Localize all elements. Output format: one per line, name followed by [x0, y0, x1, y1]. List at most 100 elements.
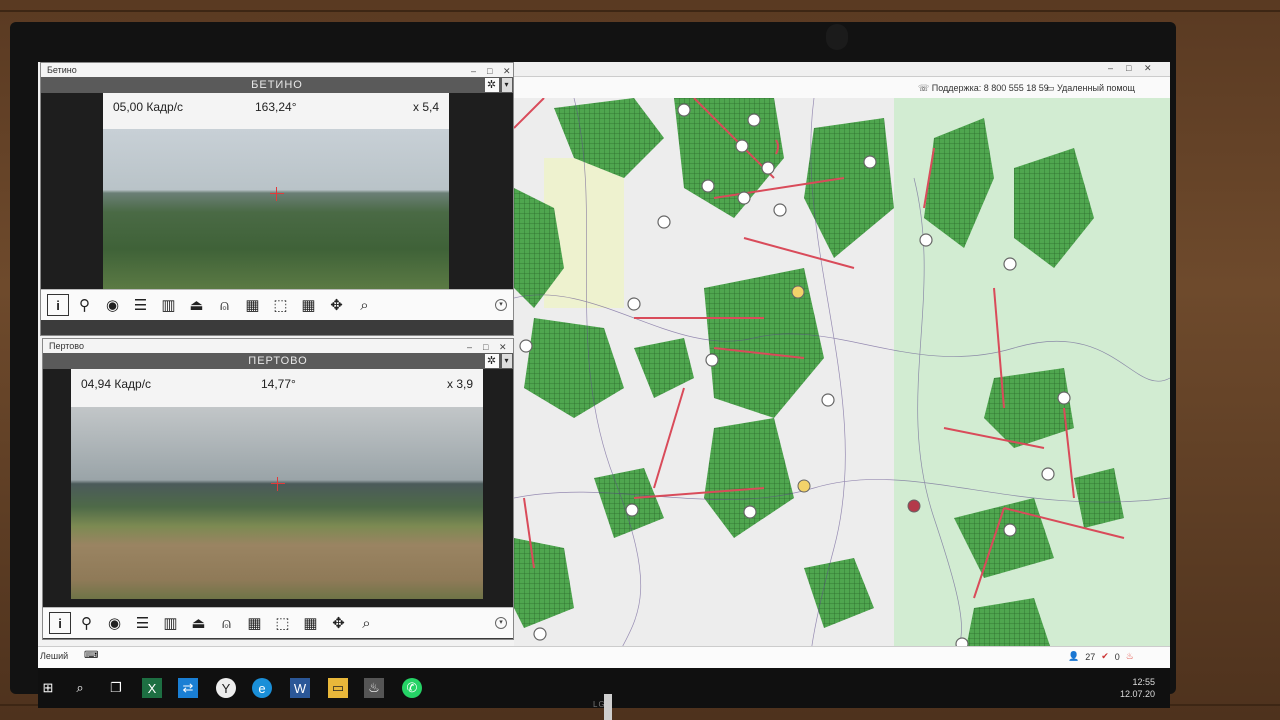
close-icon[interactable]: ✕: [499, 340, 507, 354]
maximize-icon[interactable]: □: [483, 340, 488, 354]
select-area-icon[interactable]: ⬚: [268, 293, 293, 317]
tower-alt-icon[interactable]: ⍝: [212, 293, 237, 317]
bar-chart-icon[interactable]: ▥: [158, 611, 183, 635]
file-explorer-icon[interactable]: ▭: [328, 678, 348, 698]
chevron-down-icon[interactable]: ▾: [495, 299, 507, 311]
cam2-window-title: Пертово: [49, 341, 84, 351]
move-icon[interactable]: ✥: [326, 611, 351, 635]
cam1-header: БЕТИНО ✲ ▾: [41, 77, 513, 93]
cam2-infobar: 04,94 Кадр/с 14,77° x 3,9: [71, 369, 483, 407]
eye-icon[interactable]: ◉: [100, 293, 125, 317]
info-icon[interactable]: i: [49, 612, 71, 634]
whatsapp-icon[interactable]: ✆: [402, 678, 422, 698]
cam1-infobar: 05,00 Кадр/с 163,24° x 5,4: [103, 93, 449, 129]
taskbar-clock[interactable]: 12:55 12.07.20: [1120, 676, 1155, 700]
user-label: Леший: [40, 651, 69, 661]
statusbar-indicators: 👤 27 ✔ 0 ♨: [1068, 651, 1134, 662]
cam2-azimuth: 14,77°: [261, 377, 296, 391]
phone-icon: ☏: [918, 83, 932, 93]
monitor-stand: [604, 694, 612, 720]
map-image[interactable]: [514, 98, 1170, 682]
zoom-icon[interactable]: ⌕: [354, 611, 379, 635]
cam1-titlebar: Бетино – □ ✕: [41, 63, 513, 77]
fire-icon[interactable]: ♨: [1126, 651, 1134, 662]
minimize-icon[interactable]: –: [467, 340, 472, 354]
cam2-zoom: x 3,9: [447, 377, 474, 391]
monitor-bezel: – □ ✕ ☏ Поддержка: 8 800 555 18 59 ▭ Уда…: [10, 22, 1176, 709]
teamviewer-icon[interactable]: ⇄: [178, 678, 198, 698]
info-icon[interactable]: i: [47, 294, 69, 316]
select-area-icon[interactable]: ⬚: [270, 611, 295, 635]
list-icon[interactable]: ☰: [130, 611, 155, 635]
alert-check-icon[interactable]: ✔: [1101, 651, 1109, 662]
cam2-fps: 04,94 Кадр/с: [81, 377, 152, 391]
cam2-toolbar: i ⚲ ◉ ☰ ▥ ⏏ ⍝ ▦ ⬚ ▦ ✥ ⌕ ▾: [43, 607, 513, 638]
cam1-video-feed[interactable]: [103, 129, 449, 289]
cam2-titlebar: Пертово – □ ✕: [43, 339, 513, 353]
keyboard-icon[interactable]: ⌨: [84, 650, 98, 661]
cam1-fps: 05,00 Кадр/с: [113, 100, 184, 114]
minimize-icon[interactable]: –: [1108, 63, 1113, 73]
edge-icon[interactable]: e: [252, 678, 272, 698]
chevron-down-icon[interactable]: ▾: [502, 354, 512, 368]
support-label: Поддержка: 8 800 555 18 59: [931, 83, 1049, 93]
cam2-view: 04,94 Кадр/с 14,77° x 3,9: [43, 369, 513, 607]
user-count: 27: [1085, 651, 1096, 662]
tower-icon[interactable]: ⏏: [186, 611, 211, 635]
clock-date: 12.07.20: [1120, 689, 1156, 699]
windows-start-icon[interactable]: ⊞: [38, 678, 58, 698]
chevron-down-icon[interactable]: ▾: [495, 617, 507, 629]
map-topbar: ☏ Поддержка: 8 800 555 18 59 ▭ Удаленный…: [514, 77, 1170, 100]
remote-help-link[interactable]: ▭ Удаленный помощ: [1046, 83, 1135, 94]
excel-icon[interactable]: X: [142, 678, 162, 698]
camera-window-pertovo: Пертово – □ ✕ ПЕРТОВО ✲ ▾ 04,94 Кадр/с 1…: [42, 338, 514, 640]
tower-alt-icon[interactable]: ⍝: [214, 611, 239, 635]
close-icon[interactable]: ✕: [1144, 63, 1152, 74]
lesnoy-app-icon[interactable]: ♨: [364, 678, 384, 698]
pin-icon[interactable]: ⚲: [74, 611, 99, 635]
eye-icon[interactable]: ◉: [102, 611, 127, 635]
gear-icon[interactable]: ✲: [485, 354, 499, 368]
task-view-icon[interactable]: ❐: [106, 678, 126, 698]
cam1-azimuth: 163,24°: [255, 100, 297, 114]
crosshair-icon: [270, 187, 284, 201]
search-icon[interactable]: ⌕: [70, 678, 90, 698]
zoom-icon[interactable]: ⌕: [352, 293, 377, 317]
cam1-name: БЕТИНО: [251, 79, 303, 91]
cam1-zoom: x 5,4: [413, 100, 440, 114]
grid-icon[interactable]: ▦: [296, 293, 321, 317]
map-canvas[interactable]: ⎙ ◆ ⌕: [514, 98, 1170, 682]
clock-time: 12:55: [1132, 677, 1156, 687]
maximize-icon[interactable]: □: [1126, 63, 1131, 73]
word-icon[interactable]: W: [290, 678, 310, 698]
cam2-video-feed[interactable]: [71, 407, 483, 599]
image-icon[interactable]: ▦: [242, 611, 267, 635]
cam2-header: ПЕРТОВО ✲ ▾: [43, 353, 513, 369]
remote-label: Удаленный помощ: [1057, 83, 1135, 93]
cam2-name: ПЕРТОВО: [248, 355, 308, 367]
grid-icon[interactable]: ▦: [298, 611, 323, 635]
minimize-icon[interactable]: –: [471, 64, 476, 78]
chevron-down-icon[interactable]: ▾: [502, 78, 512, 92]
webcam: [826, 24, 848, 50]
gear-icon[interactable]: ✲: [485, 78, 499, 92]
cam1-window-title: Бетино: [47, 65, 77, 75]
bar-chart-icon[interactable]: ▥: [156, 293, 181, 317]
close-icon[interactable]: ✕: [503, 64, 511, 78]
map-titlebar: – □ ✕: [514, 62, 1170, 77]
screen: – □ ✕ ☏ Поддержка: 8 800 555 18 59 ▭ Уда…: [38, 62, 1170, 708]
list-icon[interactable]: ☰: [128, 293, 153, 317]
support-phone[interactable]: ☏ Поддержка: 8 800 555 18 59: [918, 83, 1049, 94]
remote-icon: ▭: [1046, 83, 1058, 93]
pin-icon[interactable]: ⚲: [72, 293, 97, 317]
tower-icon[interactable]: ⏏: [184, 293, 209, 317]
maximize-icon[interactable]: □: [487, 64, 492, 78]
wall-panel-line: [0, 10, 1280, 12]
image-icon[interactable]: ▦: [240, 293, 265, 317]
app-statusbar: Леший ⌨ 👤 27 ✔ 0 ♨: [38, 646, 1170, 669]
crosshair-icon: [271, 477, 285, 491]
cam1-view: 05,00 Кадр/с 163,24° x 5,4: [41, 93, 513, 289]
move-icon[interactable]: ✥: [324, 293, 349, 317]
yandex-browser-icon[interactable]: Y: [216, 678, 236, 698]
alert-count: 0: [1114, 651, 1120, 662]
